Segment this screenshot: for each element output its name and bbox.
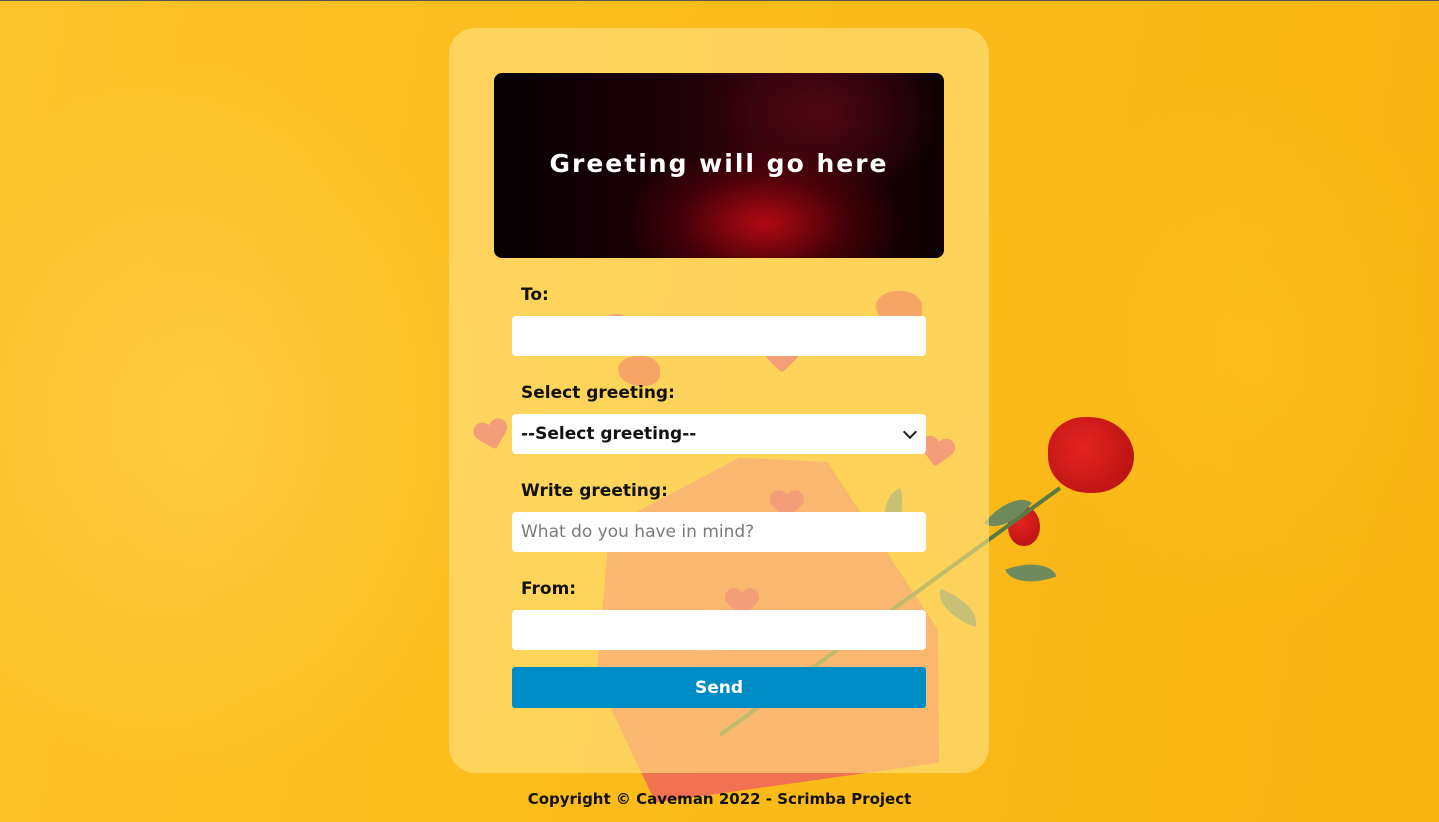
greeting-preview-text: Greeting will go here: [549, 149, 889, 178]
chevron-down-icon: [902, 424, 918, 439]
to-input[interactable]: [512, 316, 926, 356]
greeting-card-form: Greeting will go here To: Select greetin…: [449, 28, 989, 773]
greeting-form: To: Select greeting: --Select greeting--…: [512, 283, 926, 708]
from-input[interactable]: [512, 610, 926, 650]
greeting-select[interactable]: --Select greeting--: [512, 414, 926, 454]
to-label: To:: [521, 285, 549, 305]
rose-decoration: [1048, 417, 1134, 493]
from-label: From:: [521, 579, 577, 599]
write-greeting-label: Write greeting:: [521, 481, 668, 501]
send-button[interactable]: Send: [512, 667, 926, 708]
greeting-select-value: --Select greeting--: [521, 424, 697, 444]
select-greeting-label: Select greeting:: [521, 383, 675, 403]
greeting-display-banner: Greeting will go here: [494, 73, 944, 258]
write-greeting-input[interactable]: What do you have in mind?: [512, 512, 926, 552]
footer-copyright: Copyright © Caveman 2022 - Scrimba Proje…: [527, 790, 912, 808]
